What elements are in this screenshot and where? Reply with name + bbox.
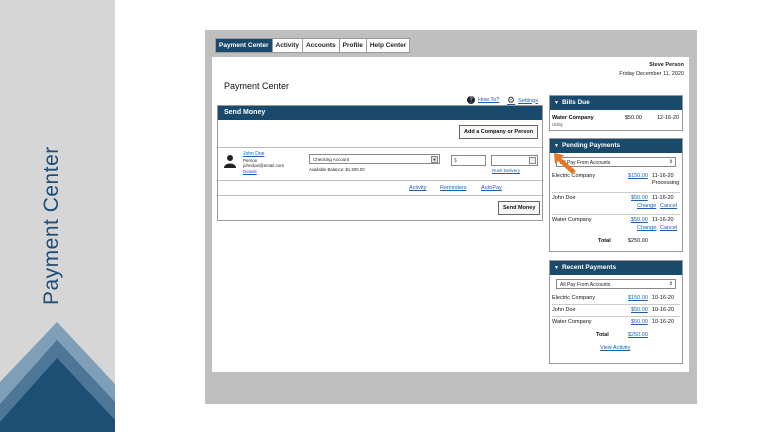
send-money-button[interactable]: Send Money xyxy=(498,201,541,215)
current-date: Friday December 11, 2020 xyxy=(619,71,684,77)
view-activity-link[interactable]: View Activity xyxy=(600,345,630,351)
rush-delivery-link[interactable]: Rush Delivery xyxy=(492,168,520,173)
payee-name: John Doe xyxy=(552,307,576,313)
total-label: Total xyxy=(598,238,611,244)
settings-label: Settings xyxy=(518,97,538,104)
list-item: Water Company $50.00 12-16-20 xyxy=(550,113,682,122)
recent-payments-header[interactable]: ▼ Recent Payments xyxy=(550,261,682,275)
table-row: Water Company $50.00 11-16-20 Change Can… xyxy=(550,215,682,236)
page-title: Payment Center xyxy=(224,81,290,91)
payment-amount-link[interactable]: $50.00 xyxy=(631,319,648,325)
payee-email: johndoe@email.com xyxy=(243,163,285,168)
payment-amount-link[interactable]: $50.00 xyxy=(631,217,648,223)
chevron-down-icon: ▼ xyxy=(431,156,438,163)
available-balance: Available Balance: $1,500.00 xyxy=(309,167,365,172)
send-money-panel: Send Money Add a Company or Person John … xyxy=(217,105,543,221)
chevron-updown-icon: ⇕ xyxy=(668,281,673,287)
divider xyxy=(218,195,542,196)
change-link[interactable]: Change xyxy=(637,203,656,209)
recent-account-select[interactable]: All Pay From Accounts ⇕ xyxy=(556,279,676,289)
payment-date: 11-16-20 xyxy=(652,195,674,201)
how-to-label: How To? xyxy=(478,97,500,103)
table-row: John Doe $50.00 10-16-20 xyxy=(550,305,682,316)
table-row: Water Company $50.00 10-16-20 xyxy=(550,317,682,328)
slide: Payment Center Payment Center Activity A… xyxy=(0,0,768,432)
how-to-link[interactable]: ? How To? xyxy=(467,96,499,104)
payee-name: Water Company xyxy=(552,319,592,325)
collapse-icon: ▼ xyxy=(554,265,559,271)
payee-name: Electric Company xyxy=(552,295,596,301)
tab-help-center[interactable]: Help Center xyxy=(366,39,410,52)
cancel-link[interactable]: Cancel xyxy=(660,203,677,209)
date-input[interactable] xyxy=(491,155,538,166)
table-row: Electric Company $150.00 10-16-20 xyxy=(550,293,682,304)
total-row: Total $250.00 xyxy=(550,236,682,247)
change-link[interactable]: Change xyxy=(637,225,656,231)
reminders-link[interactable]: Reminders xyxy=(440,185,467,191)
bills-due-header[interactable]: ▼ Bills Due xyxy=(550,96,682,110)
view-activity-row: View Activity xyxy=(550,341,682,354)
page-content: Steve Person Friday December 11, 2020 Pa… xyxy=(212,57,689,372)
recent-select-value: All Pay From Accounts xyxy=(560,281,611,288)
bill-category: Utility xyxy=(552,122,563,127)
list-item: Utility xyxy=(550,122,682,130)
total-amount: $250.00 xyxy=(628,238,648,244)
bills-due-title: Bills Due xyxy=(561,99,590,106)
annotation-arrow-icon xyxy=(554,153,576,174)
payment-amount-link[interactable]: $50.00 xyxy=(631,307,648,313)
user-name: Steve Person xyxy=(649,62,684,68)
recent-payments-panel: ▼ Recent Payments All Pay From Accounts … xyxy=(549,260,683,364)
help-icon: ? xyxy=(467,96,475,104)
left-panel: Payment Center xyxy=(0,0,115,432)
bill-name: Water Company xyxy=(552,115,594,121)
amount-input[interactable]: $ xyxy=(451,155,486,166)
payment-amount-link[interactable]: $50.00 xyxy=(631,195,648,201)
recent-payments-title: Recent Payments xyxy=(561,264,617,271)
payee-name: Water Company xyxy=(552,217,592,223)
payment-status: Processing xyxy=(652,180,680,186)
payment-date: 11-16-20 xyxy=(652,173,674,179)
calendar-icon[interactable] xyxy=(529,157,536,164)
total-row: Total $250.00 xyxy=(550,328,682,341)
tab-activity[interactable]: Activity xyxy=(272,39,303,52)
collapse-icon: ▼ xyxy=(554,100,559,106)
add-company-button[interactable]: Add a Company or Person xyxy=(459,125,539,139)
activity-link[interactable]: Activity xyxy=(409,185,426,191)
table-row: John Doe $50.00 11-16-20 Change Cancel xyxy=(550,193,682,214)
payment-amount-link[interactable]: $150.00 xyxy=(628,295,648,301)
payee-details-link[interactable]: Details xyxy=(243,169,284,175)
payment-amount-link[interactable]: $150.00 xyxy=(628,173,648,179)
tab-payment-center[interactable]: Payment Center xyxy=(216,39,273,52)
person-avatar-icon xyxy=(224,155,236,168)
decorative-triangles xyxy=(0,322,115,432)
side-title: Payment Center xyxy=(40,146,63,305)
divider xyxy=(218,147,542,148)
main-tabs: Payment Center Activity Accounts Profile… xyxy=(215,38,411,53)
account-select[interactable]: Checking Account ▼ xyxy=(309,154,440,164)
cancel-link[interactable]: Cancel xyxy=(660,225,677,231)
total-amount-link[interactable]: $250.00 xyxy=(628,332,648,338)
tab-profile[interactable]: Profile xyxy=(339,39,367,52)
tab-accounts[interactable]: Accounts xyxy=(302,39,340,52)
total-label: Total xyxy=(596,332,609,338)
chevron-updown-icon: ⇕ xyxy=(668,159,673,165)
payment-date: 11-16-20 xyxy=(652,217,674,223)
account-select-value: Checking Account xyxy=(313,157,350,162)
payment-date: 10-16-20 xyxy=(652,295,675,301)
divider xyxy=(218,180,542,181)
autopay-link[interactable]: AutoPay xyxy=(481,185,502,191)
payment-date: 10-16-20 xyxy=(652,319,675,325)
send-money-header: Send Money xyxy=(218,106,542,120)
payee-name: John Doe xyxy=(552,195,576,201)
bill-date: 12-16-20 xyxy=(657,115,680,121)
bill-amount: $50.00 xyxy=(625,115,642,121)
payment-date: 10-16-20 xyxy=(652,307,675,313)
payee-info: John Doe Person johndoe@email.com Detail… xyxy=(243,151,285,175)
user-info: Steve Person Friday December 11, 2020 xyxy=(619,61,684,79)
bills-due-panel: ▼ Bills Due Water Company $50.00 12-16-2… xyxy=(549,95,683,131)
